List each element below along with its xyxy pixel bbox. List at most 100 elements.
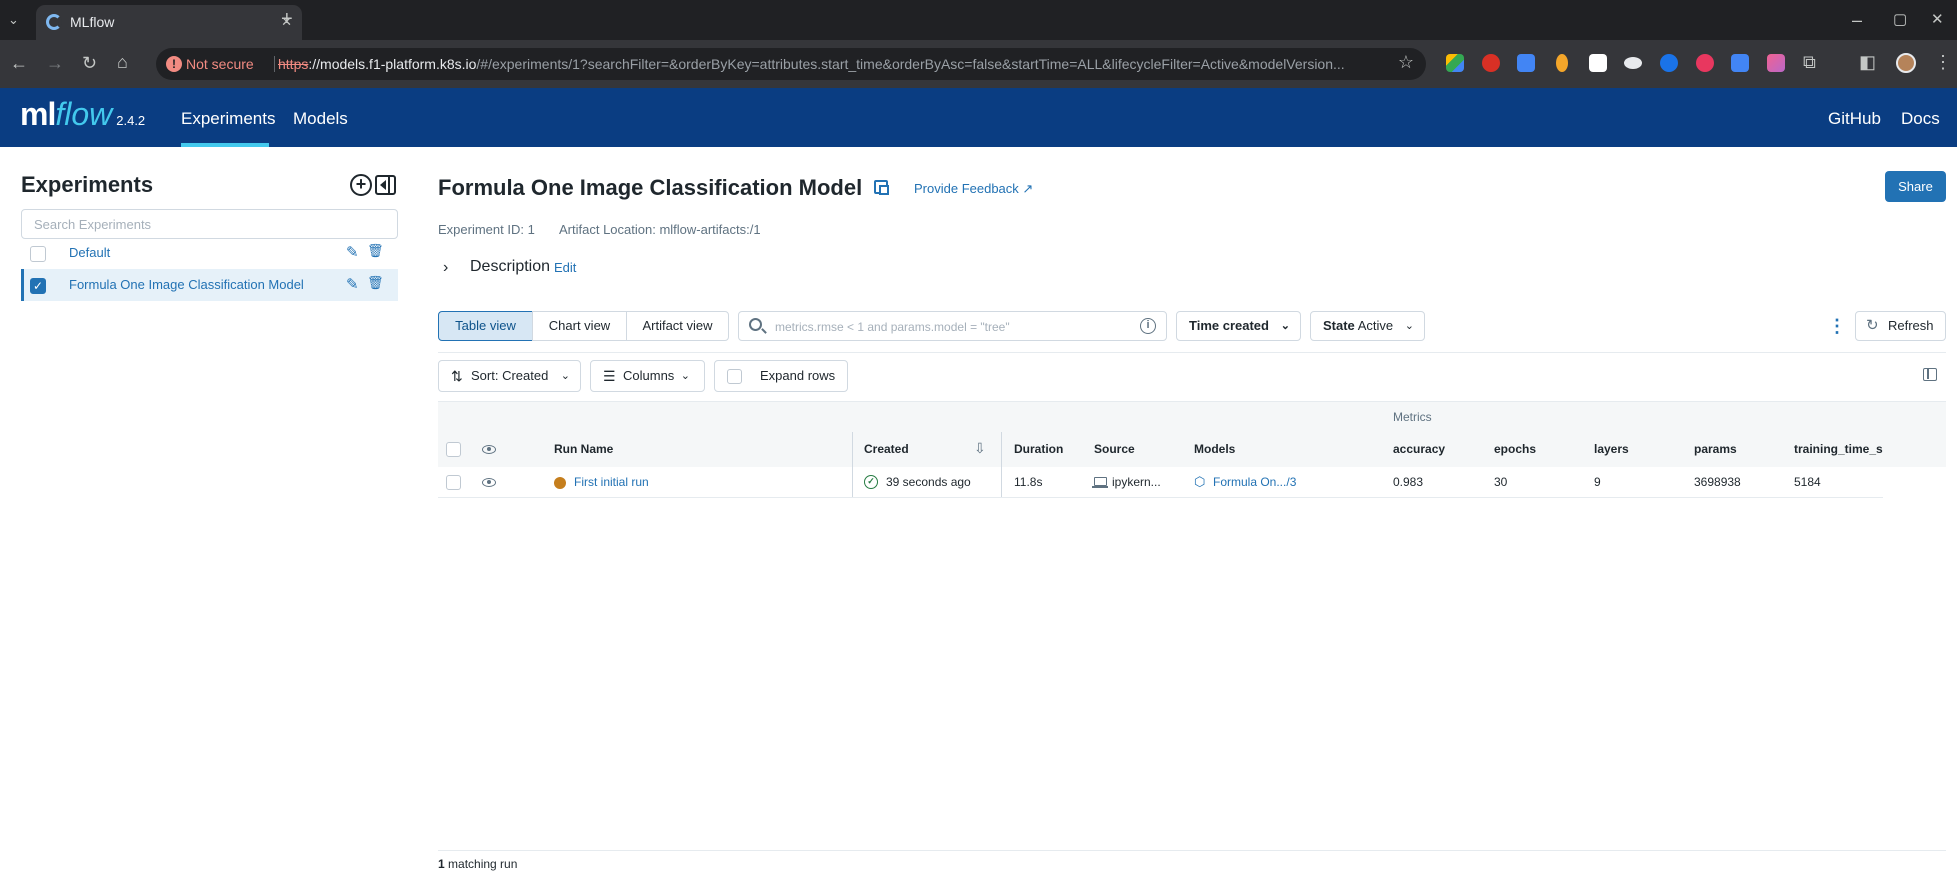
run-name-link[interactable]: First initial run [574, 475, 649, 489]
mlflow-logo[interactable]: mlflow 2.4.2 [20, 96, 145, 136]
restore-window-icon[interactable]: ▢ [1893, 10, 1907, 30]
url-text[interactable]: https://models.f1-platform.k8s.io/#/expe… [278, 56, 1388, 72]
share-button[interactable]: Share [1885, 171, 1946, 202]
add-experiment-icon[interactable]: + [350, 174, 372, 196]
k-extension-icon[interactable] [1731, 54, 1749, 72]
more-options-icon[interactable]: ⋮ [1828, 316, 1846, 337]
blue-arrow-extension-icon[interactable] [1517, 54, 1535, 72]
columns-icon: ☰ [603, 368, 616, 384]
state-dropdown[interactable]: State Active ⌄ [1310, 311, 1425, 341]
delete-icon[interactable]: 🗑 [367, 275, 384, 291]
profile-avatar[interactable] [1896, 53, 1916, 73]
sort-dropdown[interactable]: ⇅ Sort: Created ⌄ [438, 360, 581, 392]
column-run-name[interactable]: Run Name [554, 442, 613, 456]
experiment-checkbox[interactable] [30, 246, 46, 262]
run-search-placeholder: metrics.rmse < 1 and params.model = "tre… [775, 320, 1010, 334]
columns-dropdown[interactable]: ☰ Columns ⌄ [590, 360, 705, 392]
bookmark-star-icon[interactable]: ☆ [1398, 52, 1414, 73]
column-models[interactable]: Models [1194, 442, 1235, 456]
reload-icon[interactable]: ↻ [82, 53, 97, 73]
close-window-icon[interactable]: ✕ [1931, 10, 1944, 30]
search-experiments-input[interactable] [21, 209, 398, 239]
search-icon [749, 318, 762, 331]
time-created-dropdown[interactable]: Time created ⌄ [1176, 311, 1301, 341]
row-visibility-icon[interactable] [482, 478, 496, 487]
nav-github[interactable]: GitHub [1828, 109, 1881, 129]
extensions-puzzle-icon[interactable]: ⧉ [1803, 52, 1816, 72]
column-accuracy[interactable]: accuracy [1393, 442, 1445, 456]
provide-feedback-link[interactable]: Provide Feedback ↗ [914, 181, 1033, 197]
address-separator [274, 56, 275, 72]
browser-toolbar: ← → ↻ ⌂ ! Not secure https://models.f1-p… [0, 40, 1957, 88]
minimize-window-icon[interactable]: – [1852, 10, 1862, 30]
chrome-menu-icon[interactable]: ⋮ [1934, 52, 1952, 72]
column-params[interactable]: params [1694, 442, 1737, 456]
experiment-item-default[interactable]: Default ✎ 🗑 [21, 237, 398, 269]
tab-list-icon[interactable]: ⌄ [8, 10, 19, 30]
description-edit-link[interactable]: Edit [554, 260, 576, 275]
cell-created: 39 seconds ago [886, 475, 971, 489]
info-icon[interactable]: i [1140, 318, 1156, 334]
nav-docs[interactable]: Docs [1901, 109, 1940, 129]
column-created[interactable]: Created [864, 442, 909, 456]
red-hand-extension-icon[interactable] [1482, 54, 1500, 72]
column-training-time[interactable]: training_time_s [1794, 442, 1883, 456]
select-all-checkbox[interactable] [446, 442, 461, 457]
run-search-input[interactable]: metrics.rmse < 1 and params.model = "tre… [738, 311, 1167, 341]
visibility-header-icon[interactable] [482, 445, 496, 454]
cell-source[interactable]: ipykern... [1112, 475, 1161, 489]
copy-icon[interactable] [874, 180, 889, 195]
experiment-item-formula-one[interactable]: ✓ Formula One Image Classification Model… [21, 269, 398, 301]
collapse-sidebar-icon[interactable] [375, 175, 396, 195]
edit-icon[interactable]: ✎ [346, 275, 359, 293]
column-epochs[interactable]: epochs [1494, 442, 1536, 456]
tab-table-view[interactable]: Table view [438, 311, 533, 341]
experiment-id: Experiment ID: 1 [438, 222, 535, 237]
row-checkbox[interactable] [446, 475, 461, 490]
browser-tab[interactable]: MLflow ✕ [36, 5, 302, 40]
refresh-icon: ↻ [1866, 317, 1879, 334]
address-bar[interactable]: ! Not secure https://models.f1-platform.… [156, 48, 1426, 80]
chevron-right-icon[interactable]: › [443, 259, 448, 277]
cloud-extension-icon[interactable] [1624, 57, 1642, 69]
experiment-name[interactable]: Default [69, 245, 110, 260]
home-icon[interactable]: ⌂ [117, 52, 128, 72]
matching-runs-count: 1 matching run [438, 857, 518, 871]
security-label[interactable]: Not secure [186, 56, 254, 72]
edit-icon[interactable]: ✎ [346, 243, 359, 261]
side-panel-icon[interactable]: ◧ [1859, 52, 1876, 72]
active-nav-indicator [181, 143, 269, 147]
description-toggle[interactable]: Description [470, 258, 550, 276]
refresh-button[interactable]: ↻ Refresh [1855, 311, 1946, 341]
forward-icon[interactable]: → [46, 53, 64, 73]
orange-drop-extension-icon[interactable] [1556, 54, 1568, 72]
security-warning-icon[interactable]: ! [166, 56, 182, 72]
browser-tabbar: ⌄ MLflow ✕ + – ▢ ✕ [0, 0, 1957, 40]
back-icon[interactable]: ← [10, 53, 28, 73]
model-icon: ⬡ [1194, 474, 1206, 489]
blue-spiral-extension-icon[interactable] [1660, 54, 1678, 72]
nav-models[interactable]: Models [293, 109, 348, 129]
google-drive-extension-icon[interactable] [1446, 54, 1464, 72]
new-tab-button[interactable]: + [281, 9, 293, 29]
notion-extension-icon[interactable] [1589, 54, 1607, 72]
expand-rows-toggle[interactable]: Expand rows [714, 360, 848, 392]
cell-model-link[interactable]: Formula On.../3 [1213, 475, 1296, 489]
expand-rows-checkbox[interactable] [727, 369, 742, 384]
mlflow-favicon-icon [46, 14, 62, 30]
external-link-icon: ↗ [1022, 181, 1034, 196]
sort-desc-icon[interactable]: ⇩ [974, 440, 986, 457]
experiment-name[interactable]: Formula One Image Classification Model [69, 277, 304, 292]
column-source[interactable]: Source [1094, 442, 1135, 456]
run-color-dot[interactable] [554, 477, 566, 489]
column-duration[interactable]: Duration [1014, 442, 1063, 456]
tab-artifact-view[interactable]: Artifact view [626, 311, 729, 341]
pink-square-extension-icon[interactable] [1767, 54, 1785, 72]
experiment-checkbox[interactable]: ✓ [30, 278, 46, 294]
delete-icon[interactable]: 🗑 [367, 243, 384, 259]
red-t-extension-icon[interactable] [1696, 54, 1714, 72]
tab-chart-view[interactable]: Chart view [532, 311, 627, 341]
nav-experiments[interactable]: Experiments [181, 109, 275, 129]
toggle-side-panel-icon[interactable] [1923, 368, 1937, 381]
column-layers[interactable]: layers [1594, 442, 1629, 456]
